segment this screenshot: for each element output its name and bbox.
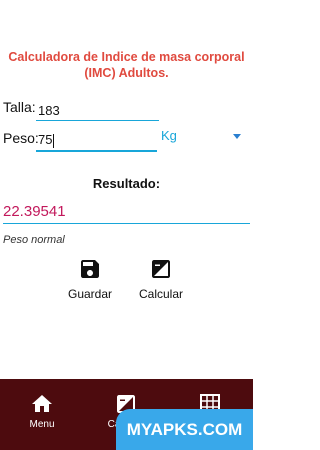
- result-category: Peso normal: [3, 234, 65, 246]
- unit-dropdown[interactable]: Kg: [161, 128, 241, 148]
- unit-selected: Kg: [161, 128, 177, 143]
- watermark-banner: MYAPKS.COM: [116, 409, 253, 450]
- app-title: Calculadora de Indice de masa corporal (…: [8, 50, 245, 80]
- calculate-icon: [149, 257, 173, 281]
- peso-input[interactable]: 75: [36, 127, 157, 152]
- talla-label: Talla:: [3, 99, 36, 115]
- nav-item-menu[interactable]: Menu: [0, 379, 84, 450]
- calculate-button[interactable]: Calcular: [133, 257, 189, 301]
- result-field: 22.39541: [3, 201, 250, 224]
- text-cursor: [53, 134, 55, 148]
- result-label: Resultado:: [92, 176, 161, 191]
- result-value: 22.39541: [3, 203, 66, 220]
- calculate-button-label: Calcular: [138, 287, 183, 301]
- talla-value: 183: [38, 103, 60, 118]
- peso-label: Peso:: [3, 130, 39, 146]
- home-icon: [30, 392, 54, 416]
- nav-item-menu-label: Menu: [29, 419, 55, 430]
- peso-value: 75: [38, 132, 53, 148]
- save-button-label: Guardar: [67, 287, 113, 301]
- dropdown-arrow-icon: [233, 134, 241, 139]
- save-button[interactable]: Guardar: [62, 257, 118, 301]
- talla-input[interactable]: 183: [36, 99, 159, 121]
- save-icon: [78, 257, 102, 281]
